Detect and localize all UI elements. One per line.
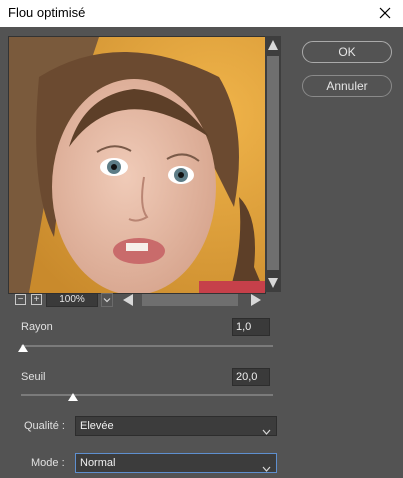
horizontal-scroll-thumb[interactable] bbox=[142, 294, 238, 306]
zoom-level-field[interactable]: 100% bbox=[46, 293, 98, 307]
cancel-button[interactable]: Annuler bbox=[302, 75, 392, 97]
ok-button[interactable]: OK bbox=[302, 41, 392, 63]
scroll-right-icon[interactable] bbox=[249, 293, 263, 310]
rayon-label: Rayon bbox=[21, 321, 53, 333]
rayon-input[interactable]: 1,0 bbox=[232, 318, 270, 336]
scroll-down-icon[interactable] bbox=[267, 276, 279, 290]
qualite-select[interactable]: Elevée bbox=[75, 416, 277, 436]
seuil-label: Seuil bbox=[21, 371, 46, 383]
qualite-value: Elevée bbox=[80, 420, 114, 432]
seuil-slider-track[interactable] bbox=[21, 394, 273, 396]
seuil-input[interactable]: 20,0 bbox=[232, 368, 270, 386]
mode-select[interactable]: Normal bbox=[75, 453, 277, 473]
mode-label: Mode : bbox=[31, 457, 65, 469]
preview-vertical-scrollbar[interactable] bbox=[265, 36, 281, 292]
scroll-left-icon[interactable] bbox=[121, 293, 135, 310]
vertical-scroll-thumb[interactable] bbox=[267, 56, 279, 270]
preview-photo bbox=[9, 37, 265, 293]
zoom-in-icon[interactable]: + bbox=[31, 294, 42, 305]
zoom-dropdown-icon[interactable] bbox=[101, 293, 113, 307]
qualite-label: Qualité : bbox=[24, 420, 65, 432]
preview-horizontal-scrollbar[interactable] bbox=[121, 292, 281, 308]
dialog-title: Flou optimisé bbox=[8, 5, 86, 20]
rayon-slider-track[interactable] bbox=[21, 345, 273, 347]
mode-value: Normal bbox=[80, 457, 116, 469]
zoom-out-icon[interactable]: − bbox=[15, 294, 26, 305]
chevron-down-icon bbox=[262, 423, 271, 435]
preview-image[interactable] bbox=[8, 36, 266, 294]
chevron-down-icon bbox=[262, 460, 271, 472]
rayon-slider-handle[interactable] bbox=[18, 341, 28, 352]
scroll-up-icon[interactable] bbox=[267, 38, 279, 52]
title-bar: Flou optimisé bbox=[0, 0, 403, 27]
close-icon[interactable] bbox=[373, 1, 397, 25]
seuil-slider-handle[interactable] bbox=[68, 390, 79, 401]
